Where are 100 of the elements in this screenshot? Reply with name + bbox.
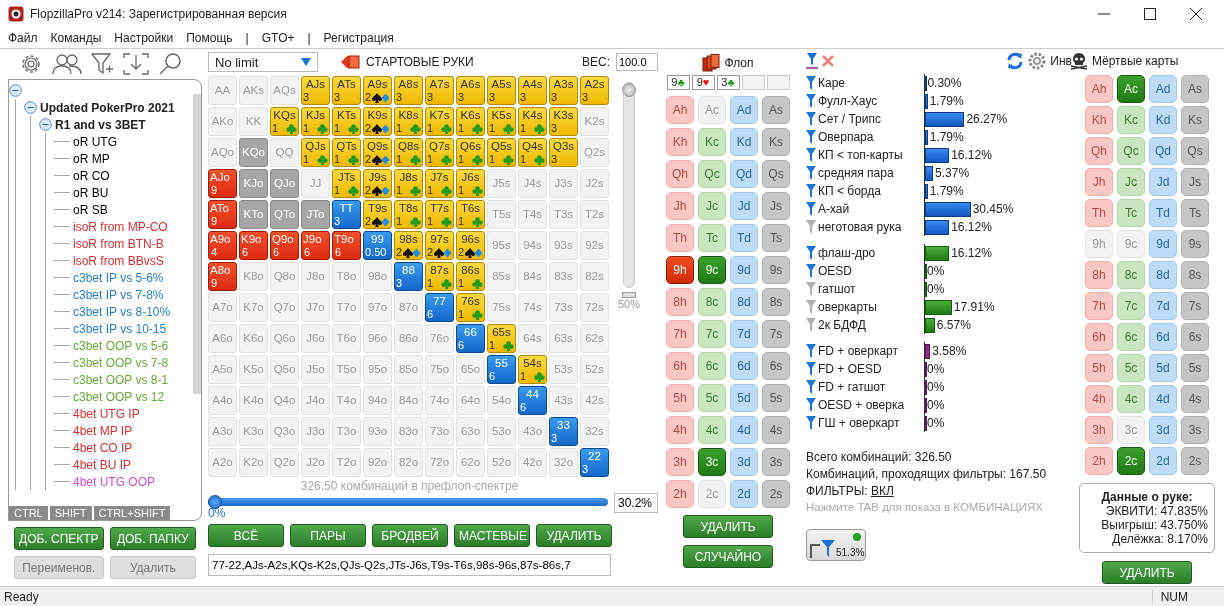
hand-cell[interactable]: KK (239, 107, 268, 136)
card-button[interactable]: 3s (762, 448, 790, 476)
card-button[interactable]: Js (762, 192, 790, 220)
hand-cell[interactable]: KTs 1 (332, 107, 361, 136)
card-button[interactable]: 7d (1149, 292, 1177, 320)
filter-icon[interactable] (806, 246, 816, 260)
hand-cell[interactable]: K4s 1 (518, 107, 547, 136)
gear-icon[interactable] (1028, 52, 1047, 70)
range-button[interactable]: ДОБ. ПАПКУ (109, 527, 196, 550)
hand-cell[interactable]: K7s 1 (425, 107, 454, 136)
hand-cell[interactable]: 97s 2 (425, 231, 454, 260)
card-button[interactable]: 2s (762, 480, 790, 508)
hand-cell[interactable]: T3s (549, 200, 578, 229)
hand-cell[interactable]: J9o 6 (301, 231, 330, 260)
hand-cell[interactable]: 52s (580, 355, 609, 384)
menu-item[interactable]: | (307, 31, 311, 45)
card-button[interactable]: 5h (1085, 354, 1113, 382)
hand-cell[interactable]: Q2s (580, 138, 609, 167)
hand-cell[interactable]: A2s 3 (580, 76, 609, 105)
select-button[interactable]: МАСТЕВЫЕ (454, 524, 530, 547)
card-button[interactable]: Ad (730, 96, 758, 124)
hand-cell[interactable]: AJs 3 (301, 76, 330, 105)
hand-cell[interactable]: J7s 1 (425, 169, 454, 198)
weight-slider[interactable] (623, 82, 635, 288)
select-button[interactable]: БРОДВЕЙ (372, 524, 448, 547)
card-button[interactable]: Ks (762, 128, 790, 156)
hand-cell[interactable]: 74s (518, 293, 547, 322)
tree-item[interactable]: oR UTG (73, 134, 117, 149)
menu-item[interactable]: Файл (8, 31, 38, 45)
hand-cell[interactable]: T8s 1 (394, 200, 423, 229)
card-button[interactable]: 2d (730, 480, 758, 508)
hand-cell[interactable]: 63o (456, 417, 485, 446)
hand-cell[interactable]: T4o (332, 386, 361, 415)
hand-cell[interactable]: Q4s 1 (518, 138, 547, 167)
hand-cell[interactable]: A8s 3 (394, 76, 423, 105)
menu-item[interactable]: | (245, 31, 249, 45)
hand-cell[interactable]: K7o (239, 293, 268, 322)
card-button[interactable]: 5c (698, 384, 726, 412)
filter-icon[interactable] (806, 398, 816, 412)
card-button[interactable]: 8c (1117, 261, 1145, 289)
hand-cell[interactable]: KJo (239, 169, 268, 198)
hand-cell[interactable]: K2s (580, 107, 609, 136)
card-button[interactable]: 5s (1181, 354, 1209, 382)
hand-cell[interactable]: 94s (518, 231, 547, 260)
card-button[interactable]: 4c (698, 416, 726, 444)
hand-cell[interactable]: K6s 1 (456, 107, 485, 136)
hand-cell[interactable]: K8s 1 (394, 107, 423, 136)
card-button[interactable]: As (1181, 75, 1209, 103)
hand-cell[interactable]: 92s (580, 231, 609, 260)
hand-cell[interactable]: J6o (301, 324, 330, 353)
hand-cell[interactable]: Q3o (270, 417, 299, 446)
card-button[interactable]: 7s (1181, 292, 1209, 320)
hand-cell[interactable]: 62s (580, 324, 609, 353)
hand-cell[interactable]: Q6o (270, 324, 299, 353)
hand-cell[interactable]: 82s (580, 262, 609, 291)
card-button[interactable]: 5c (1117, 354, 1145, 382)
hand-cell[interactable]: 73s (549, 293, 578, 322)
hand-cell[interactable]: Q3s 3 (549, 138, 578, 167)
hand-cell[interactable]: K3s 3 (549, 107, 578, 136)
hand-cell[interactable]: T7o (332, 293, 361, 322)
hand-cell[interactable]: AKo (208, 107, 237, 136)
hand-cell[interactable]: Q4o (270, 386, 299, 415)
hand-cell[interactable]: 85s (487, 262, 516, 291)
card-button[interactable]: Ts (762, 224, 790, 252)
hand-cell[interactable]: J5o (301, 355, 330, 384)
hand-cell[interactable]: Q8o (270, 262, 299, 291)
hand-cell[interactable]: J9s 2 (363, 169, 392, 198)
card-button[interactable]: 9s (762, 256, 790, 284)
filter-icon[interactable] (806, 184, 816, 198)
card-button[interactable]: 3d (1149, 416, 1177, 444)
hand-cell[interactable]: A4o (208, 386, 237, 415)
hand-cell[interactable]: 83o (394, 417, 423, 446)
hand-cell[interactable]: T8o (332, 262, 361, 291)
hand-cell[interactable]: T5s (487, 200, 516, 229)
hand-cell[interactable]: A9o 4 (208, 231, 237, 260)
card-button[interactable]: Kh (666, 128, 694, 156)
hand-cell[interactable]: K4o (239, 386, 268, 415)
tree-item[interactable]: isoR from BTN-B (73, 236, 164, 251)
modifier-tab[interactable]: CTRL (9, 506, 48, 520)
tree-item[interactable]: 4bet UTG OOP (73, 474, 156, 489)
import-icon[interactable] (122, 52, 150, 76)
filter-icon[interactable] (806, 344, 816, 358)
card-button[interactable]: Qs (1181, 137, 1209, 165)
users-icon[interactable] (52, 53, 82, 75)
hand-cell[interactable]: 75s (487, 293, 516, 322)
select-button[interactable]: УДАЛИТЬ (536, 524, 612, 547)
card-button[interactable]: 9d (730, 256, 758, 284)
hand-cell[interactable]: J4o (301, 386, 330, 415)
filter-icon[interactable] (806, 112, 816, 126)
filter-icon[interactable] (806, 362, 816, 376)
hand-cell[interactable]: 86s 1 (456, 262, 485, 291)
board-card[interactable]: 9♥ (691, 75, 715, 90)
tree-item[interactable]: isoR from MP-CO (73, 219, 168, 234)
hand-cell[interactable]: J8s 1 (394, 169, 423, 198)
hand-cell[interactable]: 65o (456, 355, 485, 384)
card-button[interactable]: 8c (698, 288, 726, 316)
hand-cell[interactable]: T2s (580, 200, 609, 229)
filter-icon[interactable] (806, 148, 816, 162)
hand-cell[interactable]: 76o (425, 324, 454, 353)
filter-icon[interactable] (806, 130, 816, 144)
